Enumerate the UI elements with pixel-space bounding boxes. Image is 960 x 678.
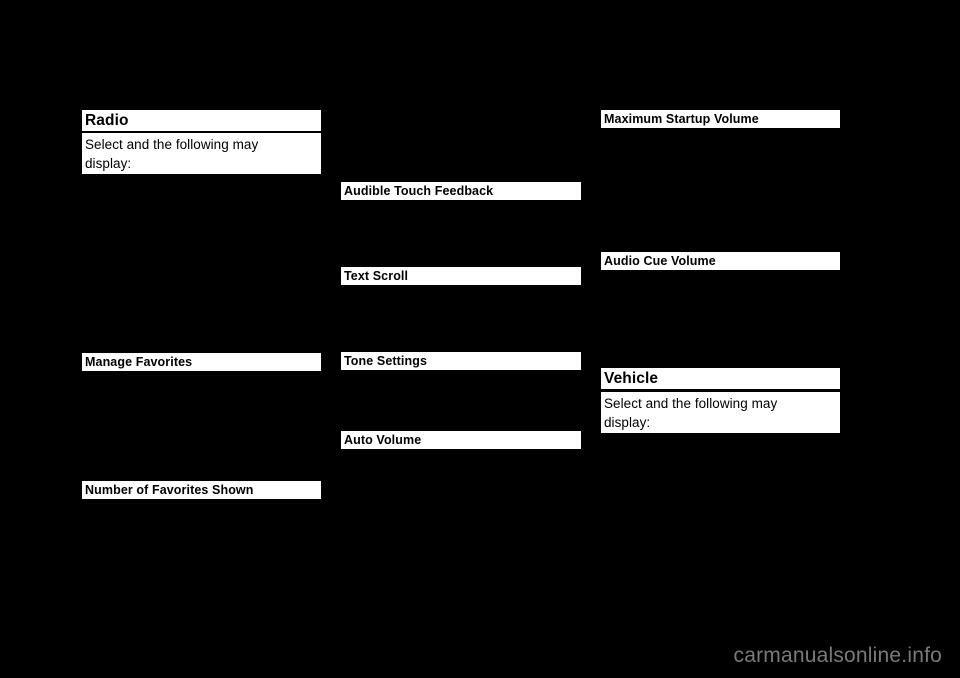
section-heading-vehicle: Vehicle <box>601 368 840 389</box>
subheading-tone-settings: Tone Settings <box>341 352 581 370</box>
subheading-manage-favorites: Manage Favorites <box>82 353 321 371</box>
subheading-number-of-favorites-shown: Number of Favorites Shown <box>82 481 321 499</box>
subheading-auto-volume: Auto Volume <box>341 431 581 449</box>
section-heading-radio: Radio <box>82 110 321 131</box>
vehicle-section-body-text: Select and the following may display: <box>601 392 840 433</box>
subheading-text-scroll: Text Scroll <box>341 267 581 285</box>
document-page: Radio Select and the following may displ… <box>0 0 960 678</box>
subheading-audio-cue-volume: Audio Cue Volume <box>601 252 840 270</box>
subheading-audible-touch-feedback: Audible Touch Feedback <box>341 182 581 200</box>
subheading-maximum-startup-volume: Maximum Startup Volume <box>601 110 840 128</box>
radio-section-body-text: Select and the following may display: <box>82 133 321 174</box>
watermark-carmanualsonline: carmanualsonline.info <box>733 644 942 667</box>
